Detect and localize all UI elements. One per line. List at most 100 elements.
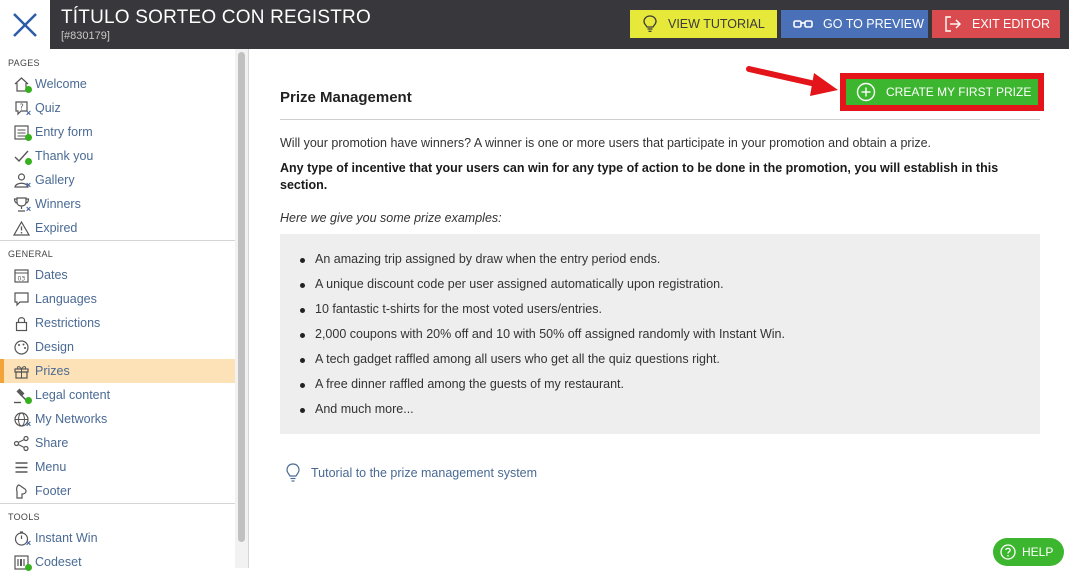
sidebar-item-gallery[interactable]: × Gallery <box>0 168 235 192</box>
lightbulb-icon <box>643 15 657 32</box>
list-item: 2,000 coupons with 20% off and 10 with 5… <box>300 327 785 341</box>
sidebar-item-label: Dates <box>35 268 68 282</box>
question-circle-icon <box>1000 544 1016 560</box>
sidebar-item-label: Instant Win <box>35 531 98 545</box>
sidebar-item-label: Footer <box>35 484 72 498</box>
sidebar-item-label: Design <box>35 340 74 354</box>
section-divider <box>0 240 235 241</box>
title-divider <box>280 119 1040 120</box>
close-editor-button[interactable] <box>0 0 50 49</box>
speech-bubble-icon <box>10 290 32 308</box>
check-icon <box>10 147 32 165</box>
list-item: A tech gadget raffled among all users wh… <box>300 352 720 366</box>
sidebar-item-prizes[interactable]: Prizes <box>0 359 235 383</box>
quiz-icon: ? × <box>10 99 32 118</box>
section-label-general: GENERAL <box>8 249 54 259</box>
sidebar-item-label: Entry form <box>35 125 93 139</box>
codeset-icon <box>10 553 32 571</box>
gavel-icon <box>10 386 32 404</box>
sidebar-item-label: My Networks <box>35 412 108 426</box>
sidebar-item-label: Legal content <box>35 388 111 402</box>
sidebar-item-label: Expired <box>35 221 78 235</box>
sidebar-item-expired[interactable]: Expired <box>0 216 235 240</box>
sidebar-item-design[interactable]: Design <box>0 335 235 359</box>
page-title: TÍTULO SORTEO CON REGISTRO <box>61 7 371 28</box>
share-icon <box>10 434 32 452</box>
sidebar-item-label: Languages <box>35 292 97 306</box>
sidebar-item-dates[interactable]: 03 Dates <box>0 263 235 287</box>
list-item: And much more... <box>300 402 414 416</box>
sidebar-item-thank-you[interactable]: Thank you <box>0 144 235 168</box>
help-label: HELP <box>1022 545 1054 559</box>
prize-tutorial-link[interactable]: Tutorial to the prize management system <box>285 463 537 483</box>
sidebar-item-menu[interactable]: Menu <box>0 455 235 479</box>
sidebar-item-languages[interactable]: Languages <box>0 287 235 311</box>
status-x-mark: × <box>25 108 32 118</box>
svg-text:?: ? <box>19 102 23 111</box>
sidebar-item-label: Menu <box>35 460 67 474</box>
gallery-icon: × <box>10 171 32 190</box>
status-ok-dot <box>25 158 32 165</box>
sidebar-item-codeset[interactable]: Codeset <box>0 550 235 574</box>
sidebar-item-label: Restrictions <box>35 316 101 330</box>
top-bar: TÍTULO SORTEO CON REGISTRO [#830179] VIE… <box>0 0 1069 49</box>
go-to-preview-button[interactable]: GO TO PREVIEW <box>781 10 928 38</box>
menu-icon <box>10 458 32 476</box>
sidebar-item-entry-form[interactable]: Entry form <box>0 120 235 144</box>
examples-intro: Here we give you some prize examples: <box>280 211 502 225</box>
sidebar-scrollbar-thumb[interactable] <box>238 52 245 542</box>
exit-editor-label: EXIT EDITOR <box>972 17 1051 31</box>
intro-text: Will your promotion have winners? A winn… <box>280 136 932 150</box>
instant-win-icon: × <box>10 529 32 548</box>
promotion-id: [#830179] <box>61 30 110 42</box>
create-first-prize-button[interactable]: CREATE MY FIRST PRIZE <box>846 79 1038 105</box>
status-x-mark: × <box>25 180 32 190</box>
sidebar-item-share[interactable]: Share <box>0 431 235 455</box>
calendar-badge: 03 <box>17 275 25 282</box>
close-icon <box>13 12 37 37</box>
section-divider <box>0 503 235 504</box>
sidebar-item-label: Prizes <box>35 364 70 378</box>
view-tutorial-label: VIEW TUTORIAL <box>668 17 765 31</box>
calendar-icon: 03 <box>10 266 32 284</box>
sidebar-item-winners[interactable]: × Winners <box>0 192 235 216</box>
create-first-prize-label: CREATE MY FIRST PRIZE <box>886 85 1032 99</box>
red-arrow-annotation <box>746 66 838 96</box>
help-button[interactable]: HELP <box>993 538 1064 566</box>
highlight-box: CREATE MY FIRST PRIZE <box>840 73 1044 111</box>
sidebar-item-label: Share <box>35 436 69 450</box>
sidebar-item-footer[interactable]: Footer <box>0 479 235 503</box>
sidebar-item-instant-win[interactable]: × Instant Win <box>0 526 235 550</box>
sidebar-item-label: Quiz <box>35 101 61 115</box>
status-ok-dot <box>25 134 32 141</box>
section-label-tools: TOOLS <box>8 512 40 522</box>
sidebar-item-label: Thank you <box>35 149 94 163</box>
list-item: A free dinner raffled among the guests o… <box>300 377 624 391</box>
home-icon <box>10 75 32 93</box>
form-icon <box>10 123 32 141</box>
list-item: An amazing trip assigned by draw when th… <box>299 252 661 266</box>
lock-icon <box>10 314 32 332</box>
gift-icon <box>10 362 32 380</box>
status-ok-dot <box>25 86 32 93</box>
view-tutorial-button[interactable]: VIEW TUTORIAL <box>630 10 777 38</box>
main-content: Prize Management CREATE MY FIRST PRIZE W… <box>249 49 1069 568</box>
sidebar-item-my-networks[interactable]: × My Networks <box>0 407 235 431</box>
sidebar-item-label: Gallery <box>35 173 75 187</box>
status-x-mark: × <box>25 419 32 429</box>
sidebar-item-legal-content[interactable]: Legal content <box>0 383 235 407</box>
status-x-mark: × <box>25 204 32 214</box>
examples-box: An amazing trip assigned by draw when th… <box>280 234 1040 434</box>
sidebar-item-restrictions[interactable]: Restrictions <box>0 311 235 335</box>
list-item: A unique discount code per user assigned… <box>300 277 724 291</box>
footer-icon <box>10 482 32 500</box>
sidebar-item-label: Welcome <box>35 77 87 91</box>
prize-tutorial-label: Tutorial to the prize management system <box>311 466 538 480</box>
sidebar-item-label: Winners <box>35 197 81 211</box>
sidebar-item-welcome[interactable]: Welcome <box>0 72 235 96</box>
exit-editor-button[interactable]: EXIT EDITOR <box>932 10 1060 38</box>
glasses-icon <box>793 20 813 28</box>
status-x-mark: × <box>25 538 32 548</box>
sidebar-item-quiz[interactable]: ? × Quiz <box>0 96 235 120</box>
plus-circle-icon <box>856 82 876 102</box>
